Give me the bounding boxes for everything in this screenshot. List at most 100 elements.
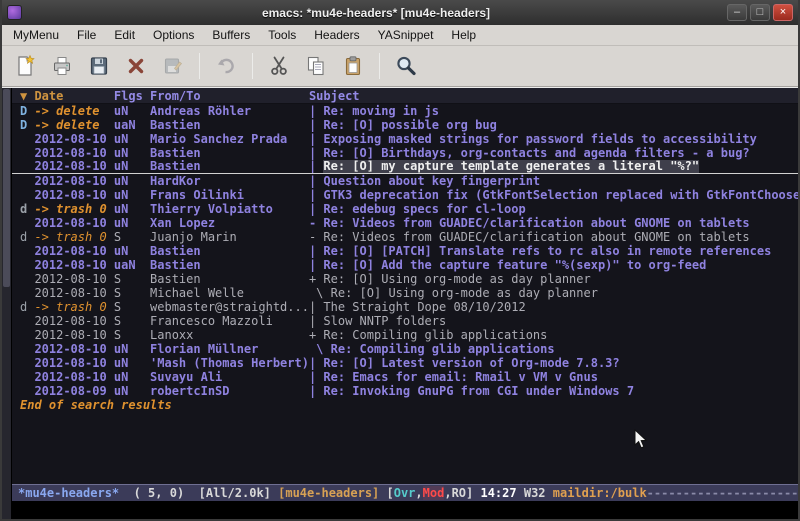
column-from[interactable]: From/To xyxy=(150,88,309,104)
column-subject[interactable]: Subject xyxy=(309,89,360,103)
modeline-readonly-flag[interactable]: RO xyxy=(452,486,466,500)
message-row[interactable]: 2012-08-10uNBastien| Re: [O] [PATCH] Tra… xyxy=(12,244,798,258)
flags-cell: uN xyxy=(114,202,150,216)
message-row[interactable]: 2012-08-10SLanoxx+ Re: Compiling glib ap… xyxy=(12,328,798,342)
thread-cell: | xyxy=(309,370,323,384)
modeline-comma: , xyxy=(415,486,422,500)
thread-cell: + xyxy=(309,272,323,286)
message-row[interactable]: D-> deleteuaNBastien| Re: [O] possible o… xyxy=(12,118,798,132)
from-cell: Michael Welle xyxy=(150,286,309,300)
maximize-button[interactable]: □ xyxy=(750,4,770,21)
message-row[interactable]: 2012-08-10uNMario Sanchez Prada| Exposin… xyxy=(12,132,798,146)
date-cell: 2012-08-10 xyxy=(34,160,113,173)
new-file-icon[interactable] xyxy=(10,51,40,81)
thread-cell: | xyxy=(309,384,323,398)
message-row[interactable]: 2012-08-10uNFlorian Müllner \ Re: Compil… xyxy=(12,342,798,356)
menu-help[interactable]: Help xyxy=(442,26,485,44)
thread-cell: | xyxy=(309,160,323,173)
minibuffer[interactable] xyxy=(12,501,798,519)
date-cell: 2012-08-10 xyxy=(34,188,113,202)
kill-buffer-icon[interactable] xyxy=(121,51,151,81)
flags-cell: S xyxy=(114,314,150,328)
message-row[interactable]: 2012-08-10uNFrans Oilinki| GTK3 deprecat… xyxy=(12,188,798,202)
message-row[interactable]: 2012-08-10uNSuvayu Ali| Re: Emacs for em… xyxy=(12,370,798,384)
thread-cell: | xyxy=(309,244,323,258)
message-row[interactable]: 2012-08-09uNrobertcInSD| Re: Invoking Gn… xyxy=(12,384,798,398)
message-row[interactable]: 2012-08-10SMichael Welle \ Re: [O] Using… xyxy=(12,286,798,300)
save-as-icon[interactable] xyxy=(158,51,188,81)
message-row[interactable]: d-> trash 0uNThierry Volpiatto| Re: edeb… xyxy=(12,202,798,216)
scrollbar[interactable] xyxy=(2,88,12,519)
date-cell: 2012-08-10 xyxy=(34,356,113,370)
message-row[interactable]: d-> trash 0SJuanjo Marin- Re: Videos fro… xyxy=(12,230,798,244)
minimize-button[interactable]: – xyxy=(727,4,747,21)
undo-icon[interactable] xyxy=(211,51,241,81)
modeline-overwrite-flag[interactable]: Ovr xyxy=(394,486,416,500)
menu-headers[interactable]: Headers xyxy=(305,26,368,44)
mark-cell: d xyxy=(20,230,34,244)
message-row[interactable]: 2012-08-10uNBastien| Re: [O] Birthdays, … xyxy=(12,146,798,160)
message-row[interactable]: d-> trash 0Swebmaster@straightd...| The … xyxy=(12,300,798,314)
save-icon[interactable] xyxy=(84,51,114,81)
paste-icon[interactable] xyxy=(338,51,368,81)
from-cell: Andreas Röhler xyxy=(150,104,309,118)
end-of-results: End of search results xyxy=(12,398,798,412)
modeline-major-mode[interactable]: [mu4e-headers] xyxy=(278,486,386,500)
close-button[interactable]: × xyxy=(773,4,793,21)
date-cell: 2012-08-10 xyxy=(34,342,113,356)
message-row[interactable]: 2012-08-10uNXan Lopez- Re: Videos from G… xyxy=(12,216,798,230)
message-row[interactable]: 2012-08-10SFrancesco Mazzoli| Slow NNTP … xyxy=(12,314,798,328)
modeline-filler-dashes: ---------------------------------------- xyxy=(647,486,798,500)
thread-cell: | xyxy=(309,146,323,160)
subject-cell: Re: edebug specs for cl-loop xyxy=(323,202,525,216)
emacs-window: emacs: *mu4e-headers* [mu4e-headers] – □… xyxy=(0,0,800,521)
modeline-buffer-name[interactable]: *mu4e-headers* xyxy=(18,486,119,500)
from-cell: Francesco Mazzoli xyxy=(150,314,309,328)
flags-cell: uN xyxy=(114,356,150,370)
message-row[interactable]: D-> deleteuNAndreas Röhler| Re: moving i… xyxy=(12,104,798,118)
flags-cell: S xyxy=(114,300,150,314)
menu-buffers[interactable]: Buffers xyxy=(203,26,259,44)
thread-cell: | xyxy=(309,202,323,216)
header-list: D-> deleteuNAndreas Röhler| Re: moving i… xyxy=(12,104,798,398)
message-row[interactable]: 2012-08-10uNHardKor| Question about key … xyxy=(12,174,798,188)
thread-cell: | xyxy=(309,118,323,132)
message-row[interactable]: 2012-08-10uN'Mash (Thomas Herbert)| Re: … xyxy=(12,356,798,370)
flags-cell: uN xyxy=(114,216,150,230)
from-cell: Mario Sanchez Prada xyxy=(150,132,309,146)
menu-mymenu[interactable]: MyMenu xyxy=(4,26,68,44)
print-icon[interactable] xyxy=(47,51,77,81)
copy-icon[interactable] xyxy=(301,51,331,81)
emacs-app-icon xyxy=(7,5,22,20)
from-cell: Juanjo Marin xyxy=(150,230,309,244)
date-cell: -> trash 0 xyxy=(34,300,113,314)
scrollbar-thumb[interactable] xyxy=(3,89,10,287)
modeline-size: [All/2.0k] xyxy=(199,486,278,500)
message-row[interactable]: 2012-08-10uaNBastien| Re: [O] Add the ca… xyxy=(12,258,798,272)
column-flags[interactable]: Flgs xyxy=(114,88,150,104)
menu-options[interactable]: Options xyxy=(144,26,203,44)
menu-bar: MyMenu File Edit Options Buffers Tools H… xyxy=(2,25,798,46)
column-date[interactable]: ▼ Date xyxy=(20,88,114,104)
subject-cell: Re: moving in js xyxy=(323,104,439,118)
date-cell: 2012-08-09 xyxy=(34,384,113,398)
cut-icon[interactable] xyxy=(264,51,294,81)
thread-cell: | xyxy=(309,258,323,272)
search-icon[interactable] xyxy=(391,51,421,81)
message-row[interactable]: 2012-08-10SBastien+ Re: [O] Using org-mo… xyxy=(12,272,798,286)
message-row[interactable]: 2012-08-10uNBastien| Re: [O] my capture … xyxy=(12,160,798,174)
menu-edit[interactable]: Edit xyxy=(105,26,144,44)
subject-cell: Re: Invoking GnuPG from CGI under Window… xyxy=(323,384,634,398)
subject-cell: Re: [O] my capture template generates a … xyxy=(323,160,699,173)
menu-file[interactable]: File xyxy=(68,26,105,44)
from-cell: Bastien xyxy=(150,272,309,286)
flags-cell: uN xyxy=(114,244,150,258)
modeline-modified-flag[interactable]: Mod xyxy=(423,486,445,500)
menu-tools[interactable]: Tools xyxy=(259,26,305,44)
menu-yasnippet[interactable]: YASnippet xyxy=(369,26,443,44)
subject-cell: Re: Videos from GUADEC/clarification abo… xyxy=(323,230,749,244)
modeline-comma: , xyxy=(444,486,451,500)
date-cell: 2012-08-10 xyxy=(34,328,113,342)
window-title: emacs: *mu4e-headers* [mu4e-headers] xyxy=(28,6,724,20)
mark-cell: d xyxy=(20,300,34,314)
